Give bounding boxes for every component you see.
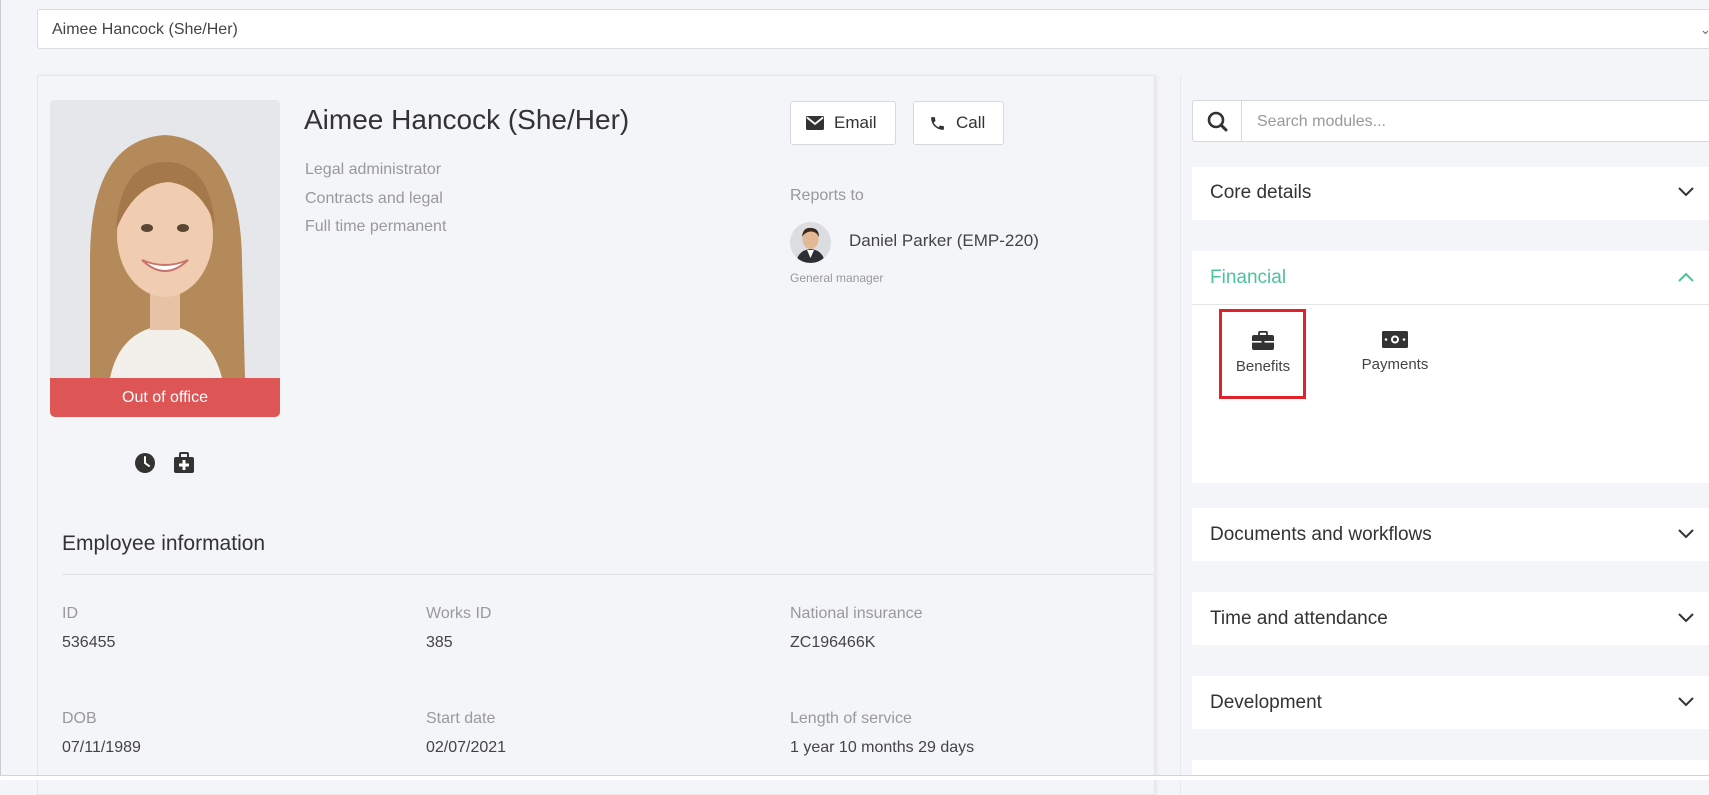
chevron-down-icon bbox=[1678, 613, 1694, 623]
call-button-label: Call bbox=[956, 113, 986, 132]
employee-selector-value: Aimee Hancock (She/Her) bbox=[52, 21, 238, 38]
accordion-time-and-attendance[interactable]: Time and attendance bbox=[1192, 592, 1709, 645]
field-value-works-id: 385 bbox=[426, 634, 453, 651]
employee-photo bbox=[50, 100, 280, 378]
chevron-down-icon: ⌄ bbox=[1700, 22, 1709, 37]
chevron-up-icon bbox=[1678, 272, 1694, 282]
accordion-core-details[interactable]: Core details bbox=[1192, 167, 1709, 220]
manager-avatar[interactable] bbox=[790, 222, 831, 263]
search-input[interactable] bbox=[1242, 101, 1709, 143]
job-title: Legal administrator bbox=[305, 161, 442, 178]
field-value-dob: 07/11/1989 bbox=[62, 739, 141, 756]
status-badge: Out of office bbox=[50, 378, 280, 417]
employee-name: Aimee Hancock (She/Her) bbox=[304, 104, 630, 135]
accordion-label: Core details bbox=[1210, 182, 1312, 203]
module-search[interactable] bbox=[1192, 100, 1709, 143]
accordion-development[interactable]: Development bbox=[1192, 676, 1709, 729]
accordion-label: Time and attendance bbox=[1210, 608, 1388, 629]
medical-kit-icon[interactable] bbox=[173, 452, 195, 479]
email-button-label: Email bbox=[834, 113, 877, 132]
money-icon bbox=[1382, 331, 1408, 348]
field-label-id: ID bbox=[62, 605, 78, 622]
highlight-box bbox=[1219, 309, 1306, 399]
envelope-icon bbox=[806, 116, 824, 130]
phone-icon bbox=[931, 116, 944, 130]
reports-to-label: Reports to bbox=[790, 187, 864, 204]
call-button[interactable]: Call bbox=[913, 101, 1004, 145]
field-value-start-date: 02/07/2021 bbox=[426, 739, 507, 756]
field-label-start-date: Start date bbox=[426, 710, 496, 727]
module-payments[interactable]: Payments bbox=[1352, 309, 1438, 399]
employee-information-title: Employee information bbox=[62, 532, 266, 555]
field-value-national-insurance: ZC196466K bbox=[790, 634, 876, 651]
accordion-label: Development bbox=[1210, 692, 1322, 713]
field-label-works-id: Works ID bbox=[426, 605, 492, 622]
clock-icon[interactable] bbox=[134, 452, 156, 479]
module-label: Payments bbox=[1361, 356, 1429, 373]
accordion-financial[interactable]: Financial bbox=[1192, 251, 1709, 304]
window-bottom-bar bbox=[0, 776, 1709, 780]
contract-type: Full time permanent bbox=[305, 218, 447, 235]
field-label-length-of-service: Length of service bbox=[790, 710, 912, 727]
chevron-down-icon bbox=[1678, 187, 1694, 197]
accordion-documents-and-workflows[interactable]: Documents and workflows bbox=[1192, 508, 1709, 561]
field-label-dob: DOB bbox=[62, 710, 97, 727]
field-value-length-of-service: 1 year 10 months 29 days bbox=[790, 739, 975, 756]
accordion-label: Financial bbox=[1210, 267, 1287, 288]
window-left-border bbox=[0, 0, 1, 780]
employee-selector[interactable]: Aimee Hancock (She/Her) ⌄ bbox=[37, 9, 1709, 49]
divider bbox=[62, 574, 1154, 575]
email-button[interactable]: Email bbox=[790, 101, 896, 145]
chevron-down-icon bbox=[1678, 697, 1694, 707]
chevron-down-icon bbox=[1678, 529, 1694, 539]
accordion-label: Documents and workflows bbox=[1210, 524, 1432, 545]
department: Contracts and legal bbox=[305, 190, 443, 207]
manager-name[interactable]: Daniel Parker (EMP-220) bbox=[849, 231, 1039, 251]
field-value-id: 536455 bbox=[62, 634, 116, 651]
manager-title: General manager bbox=[790, 271, 884, 285]
field-label-national-insurance: National insurance bbox=[790, 605, 923, 622]
search-icon bbox=[1193, 101, 1242, 141]
